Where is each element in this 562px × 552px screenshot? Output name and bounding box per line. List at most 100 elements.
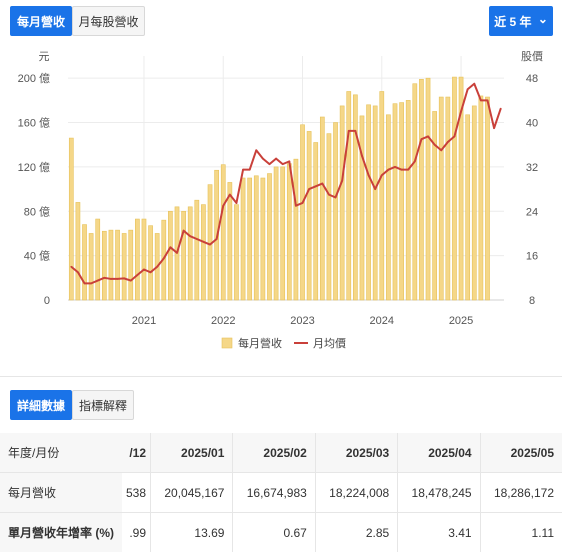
price-point [314, 185, 317, 188]
revenue-bar [267, 173, 272, 301]
header-col: 2025/05 [479, 433, 562, 473]
revenue-bar [280, 166, 286, 301]
revenue-bar [392, 103, 398, 301]
range-dropdown[interactable]: 近 5 年 ⌄ [489, 6, 553, 36]
price-point [83, 282, 86, 285]
price-point [149, 271, 152, 274]
price-point [116, 278, 119, 280]
price-point [288, 160, 291, 163]
price-point [268, 163, 271, 166]
revenue-bar [75, 202, 81, 301]
revenue-bar [465, 114, 471, 301]
price-point [70, 265, 73, 268]
table-cell: 2.85 [314, 512, 398, 552]
detail-data-button[interactable]: 詳細數據 [10, 390, 72, 420]
revenue-bar [101, 230, 107, 301]
y-right-unit: 股價 [521, 49, 543, 63]
header-col: 2025/03 [314, 433, 398, 473]
price-point [499, 107, 502, 110]
price-point [413, 160, 416, 163]
y-left-tick-label: 200 億 [18, 72, 50, 85]
x-tick-label: 2021 [132, 315, 156, 327]
price-point [295, 204, 297, 207]
price-point [209, 243, 211, 246]
price-point [129, 279, 132, 282]
price-point [361, 154, 363, 157]
price-point [400, 168, 403, 171]
revenue-bar [227, 182, 233, 301]
y-left-unit: 元 [39, 51, 50, 63]
price-point [96, 279, 99, 282]
price-point [301, 202, 304, 204]
price-point [202, 240, 205, 243]
table-cell: 18,224,008 [314, 472, 398, 513]
legend-price-label: 月均價 [313, 336, 346, 350]
revenue-bar [452, 76, 457, 301]
price-point [354, 129, 357, 132]
price-point [90, 282, 93, 285]
table-cell: 13.69 [150, 512, 233, 552]
price-point [367, 174, 370, 177]
revenue-bar [419, 78, 424, 301]
y-right-tick-label: 32 [526, 162, 538, 174]
table-cell: 18,478,245 [397, 472, 481, 513]
tab-monthly-revenue-per-share[interactable]: 月每股營收 [72, 6, 145, 36]
revenue-bar [306, 131, 312, 301]
row-label: 每月營收 [0, 472, 122, 513]
y-right-tick-label: 24 [526, 206, 538, 218]
price-point [486, 99, 489, 102]
price-point [176, 251, 178, 254]
price-point [281, 163, 284, 166]
cell-partial: 538 [122, 472, 151, 513]
price-point [380, 174, 383, 177]
x-tick-label: 2024 [370, 315, 394, 327]
revenue-bar [247, 177, 253, 301]
price-point [235, 202, 238, 204]
row-label: 單月營收年增率 (%) [0, 512, 122, 552]
price-point [308, 188, 311, 190]
revenue-bar [260, 177, 266, 301]
price-point [248, 168, 251, 171]
revenue-bar [148, 225, 153, 301]
price-point [374, 188, 377, 190]
price-point [103, 276, 106, 279]
price-point [261, 157, 264, 160]
price-point [453, 135, 456, 138]
revenue-bar [425, 77, 431, 301]
revenue-bar [201, 204, 206, 301]
revenue-bar [379, 91, 385, 301]
revenue-bar [300, 124, 305, 301]
revenue-bar [187, 206, 193, 301]
y-left-tick-label: 120 億 [18, 161, 50, 174]
price-point [242, 168, 244, 171]
revenue-bar [115, 229, 120, 301]
revenue-bar [333, 122, 338, 301]
y-left-tick-label: 160 億 [18, 117, 50, 130]
y-left-tick-label: 40 億 [24, 250, 50, 263]
price-point [334, 196, 337, 199]
table-row: 每月營收 538 20,045,167 16,674,983 18,224,00… [0, 472, 562, 513]
price-point [189, 235, 192, 238]
price-point [341, 179, 344, 182]
revenue-bar [286, 163, 292, 301]
revenue-bar [253, 175, 259, 301]
indicator-explain-button[interactable]: 指標解釋 [72, 390, 134, 420]
price-point [77, 271, 79, 274]
revenue-bar [220, 164, 226, 301]
price-point [156, 265, 159, 268]
price-point [215, 238, 218, 240]
revenue-bar [234, 204, 239, 301]
revenue-bar [399, 102, 404, 301]
price-point [182, 229, 185, 232]
table-row: 單月營收年增率 (%) .99 13.69 0.67 2.85 3.41 1.1… [0, 512, 562, 552]
price-point [275, 157, 277, 160]
price-point [136, 274, 139, 276]
revenue-bar [346, 91, 352, 301]
y-right-tick-label: 48 [526, 73, 538, 85]
y-right-tick-label: 40 [526, 118, 538, 130]
tab-monthly-revenue[interactable]: 每月營收 [10, 6, 72, 36]
revenue-bar [181, 210, 186, 301]
y-right-tick-label: 8 [529, 295, 535, 307]
table-cell: 18,286,172 [479, 472, 562, 513]
price-point [446, 141, 449, 143]
